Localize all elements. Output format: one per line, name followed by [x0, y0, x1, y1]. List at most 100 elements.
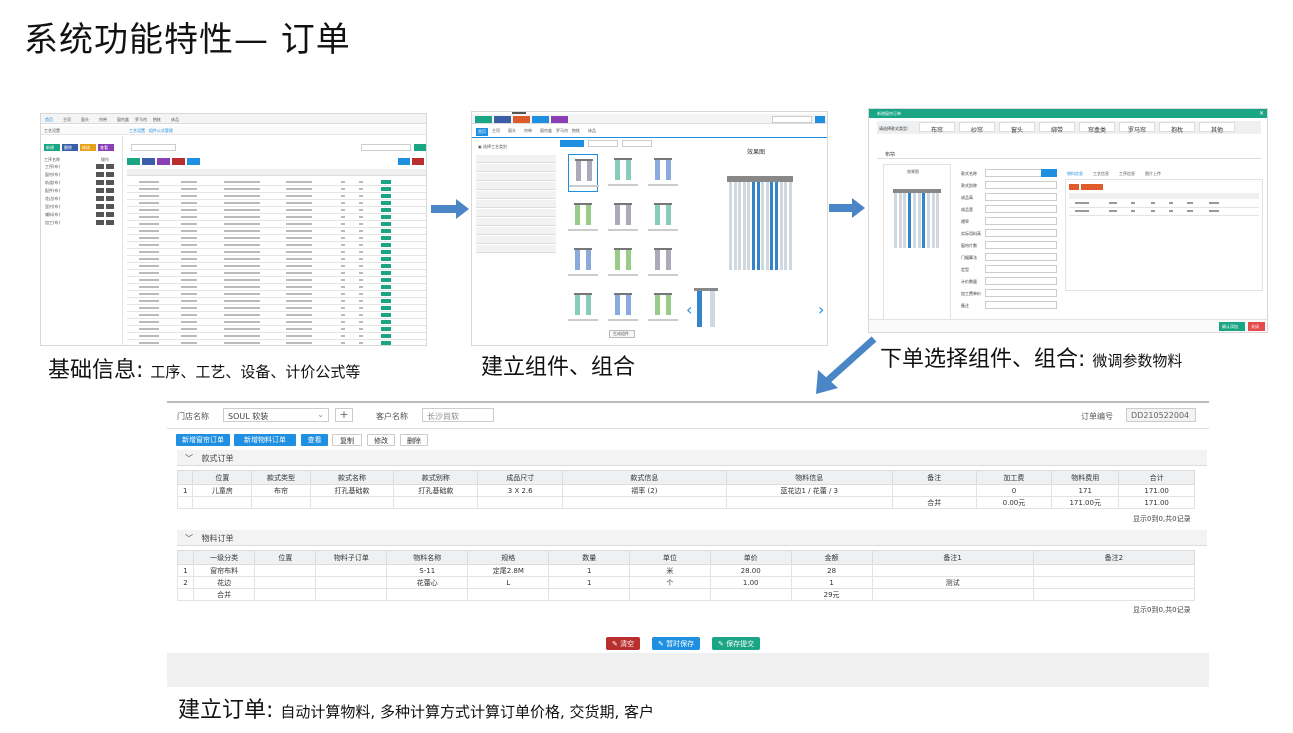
form-input[interactable] — [985, 181, 1057, 189]
edit-icon[interactable] — [96, 172, 104, 177]
shot2-tab[interactable]: 抱枕 — [572, 128, 580, 134]
component-thumbnail[interactable] — [568, 244, 598, 282]
shot2-tab[interactable]: 首页 — [476, 128, 488, 136]
edit-icon[interactable] — [96, 164, 104, 169]
shot1-action-button[interactable] — [127, 158, 140, 165]
form-input[interactable] — [985, 289, 1057, 297]
style-order-section[interactable]: ﹀ 款式订单 — [177, 450, 1207, 466]
type-tab[interactable]: 抱枕 — [1159, 122, 1195, 134]
table-row[interactable]: 2 花边 花蕾心 L 1 个 1.00 1 测试 — [177, 576, 1196, 589]
shot1-tree-item[interactable]: 工序(布) — [45, 164, 60, 170]
shot1-tree-item[interactable]: 加工(布) — [45, 220, 60, 226]
edit-icon[interactable] — [96, 180, 104, 185]
edit-icon[interactable] — [96, 204, 104, 209]
shot2-toolbar-button[interactable] — [532, 116, 549, 123]
component-thumbnail[interactable] — [648, 244, 678, 282]
component-thumbnail[interactable] — [568, 199, 598, 237]
shot2-category-row[interactable] — [476, 155, 556, 163]
component-thumbnail[interactable] — [608, 154, 638, 192]
edit-icon[interactable] — [96, 212, 104, 217]
form-input[interactable] — [985, 217, 1057, 225]
shot2-tab[interactable]: 窗帘盒 — [540, 128, 552, 134]
material-order-section[interactable]: ﹀ 物料订单 — [177, 530, 1207, 546]
form-input[interactable] — [985, 253, 1057, 261]
shot1-tab[interactable]: 抱枕 — [153, 117, 161, 123]
shot2-tab[interactable]: 主项 — [492, 128, 500, 134]
shot2-toolbar-button[interactable] — [551, 116, 568, 123]
delete-icon[interactable] — [106, 172, 114, 177]
order-btn-3[interactable]: 复制 — [332, 434, 362, 446]
side-tab[interactable]: 工序信息 — [1119, 171, 1135, 177]
shot1-action-button[interactable] — [157, 158, 170, 165]
type-tab[interactable]: 帘盒类 — [1079, 122, 1115, 134]
customer-input[interactable]: 长沙尚软 — [422, 408, 494, 422]
type-tab[interactable]: 其他 — [1199, 122, 1235, 134]
component-thumbnail[interactable] — [568, 289, 598, 327]
shot1-action-button[interactable] — [187, 158, 200, 165]
delete-icon[interactable] — [106, 164, 114, 169]
delete-icon[interactable] — [106, 212, 114, 217]
select-material-button[interactable] — [1081, 184, 1103, 190]
shot2-category-row[interactable] — [476, 173, 556, 181]
type-tab[interactable]: 罗马帘 — [1119, 122, 1155, 134]
shot1-tab[interactable]: 窗头 — [81, 117, 89, 123]
form-input[interactable] — [985, 277, 1057, 285]
shot2-category-row[interactable] — [476, 182, 556, 190]
delete-icon[interactable] — [106, 204, 114, 209]
form-input[interactable] — [985, 205, 1057, 213]
shot1-tree-item[interactable]: 轨道(布) — [45, 180, 60, 186]
shot1-button[interactable]: 查看 — [98, 144, 114, 151]
delete-icon[interactable] — [106, 220, 114, 225]
component-thumbnail[interactable] — [568, 154, 599, 192]
order-btn-4[interactable]: 修改 — [367, 434, 395, 446]
shot2-tab[interactable]: 帘带 — [524, 128, 532, 134]
shot1-action-button[interactable] — [172, 158, 185, 165]
edit-icon[interactable] — [96, 196, 104, 201]
side-tab[interactable]: 物料信息 — [1067, 171, 1083, 177]
shot1-tree-item[interactable]: 里衬(布) — [45, 204, 60, 210]
type-tab[interactable]: 窗头 — [999, 122, 1035, 134]
table-row[interactable]: 1 儿童房 布帘 打孔基础款 打孔基础款 3 X 2.6 褶率 (2) 蓝花边1 / 花蕾 /… — [176, 484, 1195, 497]
add-store-button[interactable]: + — [335, 408, 353, 422]
table-row[interactable]: 1 窗帘布料 S-11 定尾2.8M 1 米 28.00 28 — [177, 564, 1196, 577]
form-input[interactable] — [985, 241, 1057, 249]
shot1-action-button[interactable] — [142, 158, 155, 165]
shot1-tab[interactable]: 罗马帘 — [135, 117, 147, 123]
shot1-tab[interactable]: 主项 — [63, 117, 71, 123]
shot2-tab[interactable]: 窗头 — [508, 128, 516, 134]
shot1-tab[interactable]: 窗帘盒 — [117, 117, 129, 123]
form-input[interactable] — [985, 265, 1057, 273]
shot1-tab[interactable]: 首页 — [45, 117, 53, 123]
order-btn-0[interactable]: 新增窗帘订单 — [176, 434, 230, 446]
shot2-category-row[interactable] — [476, 245, 556, 253]
shot2-tab[interactable]: 罗马帘 — [556, 128, 568, 134]
component-thumbnail[interactable] — [648, 289, 678, 327]
clear-button[interactable]: ✎ 清空 — [606, 637, 641, 650]
component-thumbnail[interactable] — [608, 289, 638, 327]
edit-icon[interactable] — [96, 188, 104, 193]
edit-icon[interactable] — [96, 220, 104, 225]
shot1-tree-item[interactable]: 辅料(布) — [45, 212, 60, 218]
form-tab[interactable]: 布帘 — [885, 151, 895, 158]
shot2-category-row[interactable] — [476, 191, 556, 199]
side-tab[interactable]: 图片上传 — [1145, 171, 1161, 177]
order-btn-1[interactable]: 新增物料订单 — [234, 434, 296, 446]
component-thumbnail[interactable] — [608, 199, 638, 237]
shot2-tab[interactable]: 床品 — [588, 128, 596, 134]
shot1-tab[interactable]: 帘带 — [99, 117, 107, 123]
shot2-category-row[interactable] — [476, 164, 556, 172]
shot1-button[interactable]: 新增 — [44, 144, 60, 151]
form-input[interactable] — [985, 229, 1057, 237]
shot1-tree-item[interactable]: 窗帘(布) — [45, 172, 60, 178]
add-material-button[interactable] — [1069, 184, 1079, 190]
shot1-tree-item[interactable]: 花边(布) — [45, 196, 60, 202]
form-input[interactable] — [985, 193, 1057, 201]
shot1-tree-item[interactable]: 配件(布) — [45, 188, 60, 194]
shot2-category-row[interactable] — [476, 236, 556, 244]
component-thumbnail[interactable] — [608, 244, 638, 282]
select-style-button[interactable] — [1041, 169, 1057, 177]
type-tab[interactable]: 纱帘 — [959, 122, 995, 134]
shot2-category-row[interactable] — [476, 227, 556, 235]
type-tab[interactable]: 布帘 — [919, 122, 955, 134]
shot2-category-row[interactable] — [476, 218, 556, 226]
